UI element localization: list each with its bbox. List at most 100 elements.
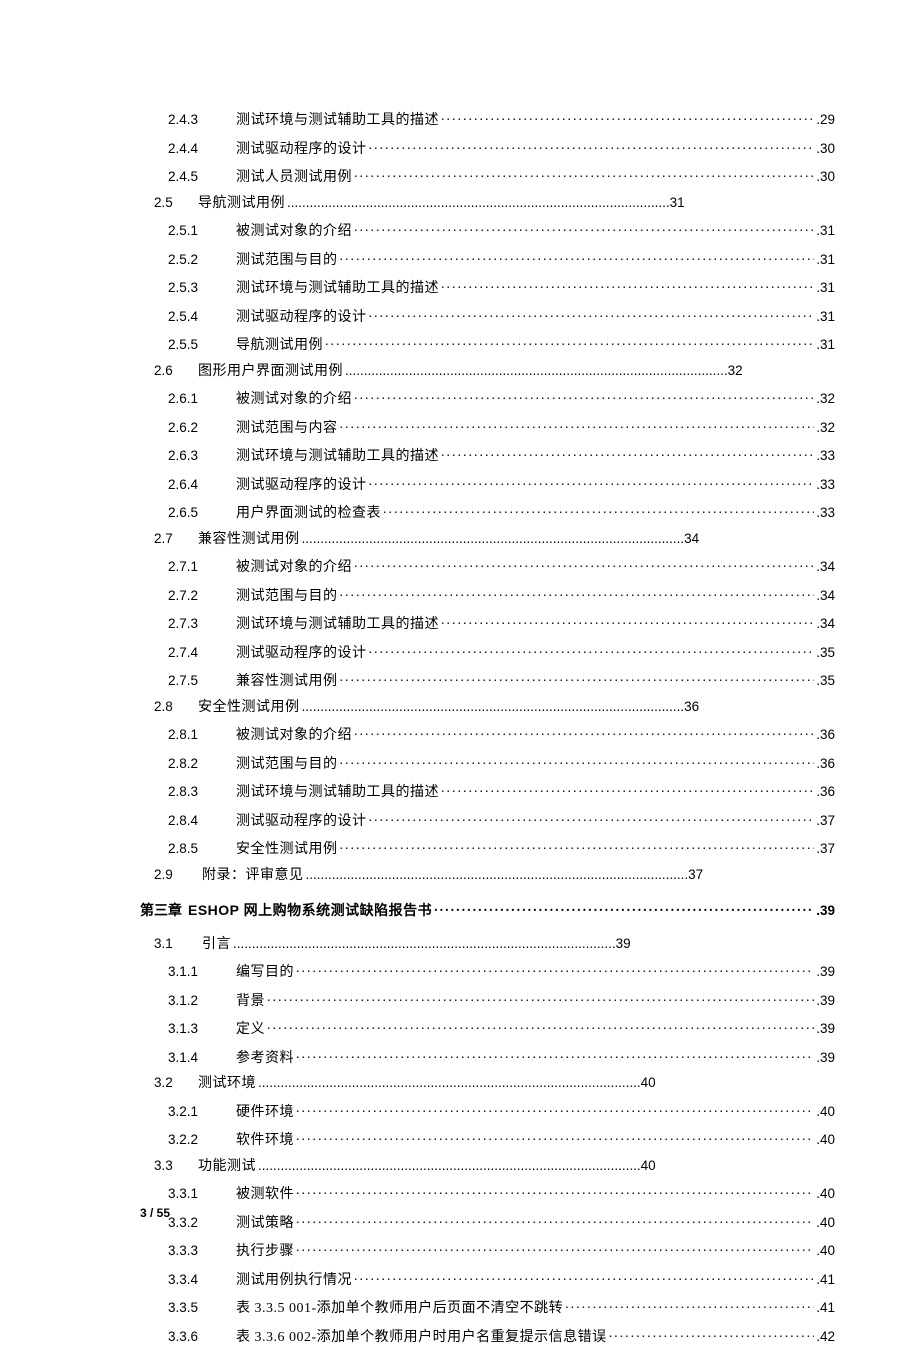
- toc-title: 测试用例执行情况: [236, 1274, 352, 1288]
- toc-title: 参考资料: [236, 1052, 294, 1066]
- toc-page: 30: [816, 170, 835, 184]
- toc-number: 3.3.2: [168, 1216, 236, 1230]
- toc-page: 31: [816, 224, 835, 238]
- toc-number: 2.7.5: [168, 674, 236, 688]
- toc-number: 2.6: [154, 364, 198, 378]
- toc-number: 3.3.3: [168, 1244, 236, 1258]
- toc-row: 2.8.1被测试对象的介绍 36: [168, 725, 835, 743]
- toc-title: 用户界面测试的检查表: [236, 507, 381, 521]
- toc-page: 41: [816, 1301, 835, 1315]
- toc-number: 2.8.2: [168, 757, 236, 771]
- toc-title: 硬件环境: [236, 1106, 294, 1120]
- toc-row: 2.5.1被测试对象的介绍 31: [168, 221, 835, 239]
- toc-row: 3.1.1编写目的39: [168, 962, 835, 980]
- toc-leader-short: ........................................…: [233, 937, 631, 951]
- toc-leader: [325, 335, 814, 349]
- toc-row: 3.3.1被测软件40: [168, 1184, 835, 1202]
- toc-page: 32: [816, 392, 835, 406]
- toc-row: 2.8安全性测试用例 .............................…: [154, 700, 835, 715]
- toc-number: 2.8.3: [168, 785, 236, 799]
- toc-number: 2.6.3: [168, 449, 236, 463]
- toc-number: 2.8.1: [168, 728, 236, 742]
- toc-number: 3.1.4: [168, 1051, 236, 1065]
- toc-leader: [434, 901, 814, 915]
- toc-row: 2.7.2测试范围与目的34: [168, 586, 835, 604]
- toc-number: 2.8.4: [168, 814, 236, 828]
- toc-title: 测试范围与目的: [236, 254, 338, 268]
- toc-number: 2.8: [154, 700, 198, 714]
- toc-title: 引言: [202, 938, 231, 952]
- toc-title: 背景: [236, 995, 265, 1009]
- toc-number: 2.4.5: [168, 170, 236, 184]
- toc-title: 测试范围与目的: [236, 758, 338, 772]
- toc-page: 36: [816, 757, 835, 771]
- toc-leader: [369, 811, 815, 825]
- toc-title: 定义: [236, 1023, 265, 1037]
- toc-title: 被测试对象的介绍: [236, 729, 352, 743]
- toc-row: 2.7.5兼容性测试用例 35: [168, 671, 835, 689]
- toc-number: 2.7.2: [168, 589, 236, 603]
- toc-title: 导航测试用例: [236, 339, 323, 353]
- toc-page: 39: [816, 1051, 835, 1065]
- toc-page: 36: [816, 785, 835, 799]
- toc-leader: [267, 991, 814, 1005]
- toc-number: 2.6.1: [168, 392, 236, 406]
- toc-row: 3.1.3定义 39: [168, 1019, 835, 1037]
- toc-number: 2.7.1: [168, 560, 236, 574]
- toc-leader: [354, 389, 814, 403]
- toc-leader: [441, 614, 814, 628]
- toc-leader: [369, 643, 815, 657]
- toc-row: 3.3.3执行步骤40: [168, 1241, 835, 1259]
- toc-number: 2.5.1: [168, 224, 236, 238]
- toc-number: 3.1.3: [168, 1022, 236, 1036]
- toc-number: 3.2.2: [168, 1133, 236, 1147]
- toc-title: 被测软件: [236, 1188, 294, 1202]
- toc-number: 3.3.6: [168, 1330, 236, 1344]
- toc-title: 导航测试用例: [198, 197, 285, 211]
- toc-number: 2.6.2: [168, 421, 236, 435]
- toc-page: 33: [816, 506, 835, 520]
- toc-leader: [296, 1213, 814, 1227]
- toc-leader-short: ........................................…: [302, 700, 700, 714]
- toc-title: 被测试对象的介绍: [236, 225, 352, 239]
- toc-row: 2.5.2测试范围与目的31: [168, 250, 835, 268]
- toc-leader: [609, 1327, 815, 1341]
- toc-leader-short: ........................................…: [258, 1159, 656, 1173]
- toc-number: 3.1.2: [168, 994, 236, 1008]
- toc-row: 2.7兼容性测试用例 .............................…: [154, 532, 835, 547]
- toc-page: 39: [816, 1022, 835, 1036]
- toc-page: 33: [816, 478, 835, 492]
- toc-number: 第三章: [140, 905, 182, 919]
- toc-title: 测试环境与测试辅助工具的描述: [236, 618, 439, 632]
- toc-page: 35: [816, 674, 835, 688]
- toc-title: 被测试对象的介绍: [236, 393, 352, 407]
- toc-title: 表 3.3.6 002-添加单个教师用户时用户名重复提示信息错误: [236, 1331, 607, 1345]
- toc-leader: [267, 1019, 814, 1033]
- toc-row: 2.8.5安全性测试用例 37: [168, 839, 835, 857]
- toc-page: 34: [816, 589, 835, 603]
- toc-leader-short: ........................................…: [306, 868, 704, 882]
- toc-number: 3.1.1: [168, 965, 236, 979]
- toc-page: 31: [816, 281, 835, 295]
- toc-page: 39: [816, 904, 835, 918]
- toc-page: 34: [816, 617, 835, 631]
- toc-row: 3.3.2测试策略40: [168, 1213, 835, 1231]
- toc-title: 测试驱动程序的设计: [236, 647, 367, 661]
- toc-number: 3.3.5: [168, 1301, 236, 1315]
- toc-title: ESHOP 网上购物系统测试缺陷报告书: [188, 903, 432, 917]
- toc-row: 3.1.4参考资料 39: [168, 1048, 835, 1066]
- toc-number: 2.7: [154, 532, 198, 546]
- toc-row: 3.3.5表 3.3.5 001-添加单个教师用户后页面不清空不跳转 41: [168, 1298, 835, 1316]
- toc-number: 2.5.5: [168, 338, 236, 352]
- table-of-contents: 2.4.3测试环境与测试辅助工具的描述292.4.4测试驱动程序的设计302.4…: [140, 110, 835, 1345]
- toc-page: 34: [816, 560, 835, 574]
- toc-title: 附录：评审意见: [202, 869, 304, 883]
- toc-row: 2.7.1被测试对象的介绍 34: [168, 557, 835, 575]
- toc-leader: [441, 110, 814, 124]
- toc-row: 3.1.2背景 39: [168, 991, 835, 1009]
- toc-title: 测试驱动程序的设计: [236, 311, 367, 325]
- toc-row: 2.6.5用户界面测试的检查表 33: [168, 503, 835, 521]
- toc-page: 31: [816, 310, 835, 324]
- toc-title: 执行步骤: [236, 1245, 294, 1259]
- toc-number: 3.3.4: [168, 1273, 236, 1287]
